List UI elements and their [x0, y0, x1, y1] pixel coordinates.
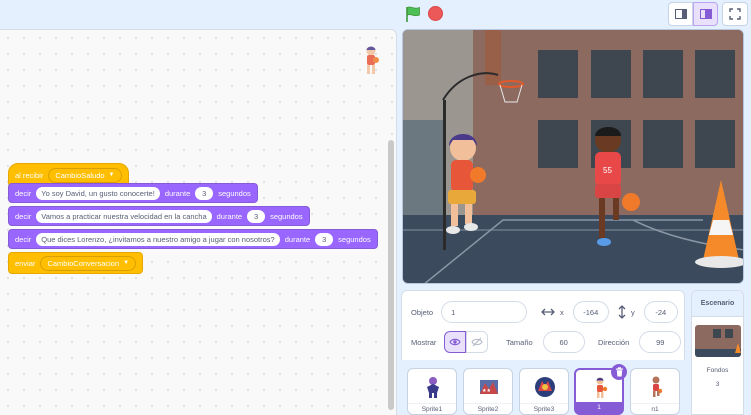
stage[interactable]: 55 [402, 29, 744, 284]
sprite-thumbnail-icon [366, 46, 379, 74]
visibility-toggle [444, 331, 489, 353]
message-dropdown[interactable]: CambioSaludo ▼ [48, 167, 122, 183]
sprite-tile[interactable]: Sprite3 [519, 368, 569, 415]
say-for-secs-block[interactable]: decir Vamos a practicar nuestra velocida… [8, 206, 310, 226]
hat-label: al recibir [15, 170, 44, 180]
sprite-tile-selected[interactable]: 1 [574, 364, 627, 415]
sprite-name: Sprite3 [520, 403, 568, 414]
x-position-input[interactable]: -164 [572, 301, 609, 323]
sprite-tile[interactable]: Sprite1 [407, 368, 457, 415]
size-label: Tamaño [506, 337, 533, 347]
sprite-thumbnail-icon [652, 376, 663, 397]
say-for-secs-block[interactable]: decir Yo soy David, un gusto conocerte! … [8, 183, 258, 203]
sprite-thumbnail-icon: ★★ [480, 380, 498, 394]
backdrops-count: 3 [715, 381, 720, 388]
seconds-input[interactable]: 3 [195, 186, 214, 200]
block-label: segundos [218, 188, 251, 198]
direction-label: Dirección [598, 337, 630, 347]
message-name: CambioSaludo [55, 170, 105, 180]
stage-title: Escenario [692, 291, 743, 317]
direction-value: 99 [656, 337, 665, 347]
svg-text:★★: ★★ [482, 388, 491, 394]
fullscreen-icon [729, 8, 741, 20]
y-label: y [631, 307, 635, 317]
message-name: CambioConversacion [47, 258, 120, 268]
show-label: Mostrar [411, 337, 437, 347]
block-label: decir [15, 211, 32, 221]
sprite-name-value: 1 [451, 307, 456, 317]
sprite-name: 1 [576, 402, 622, 413]
svg-text:55: 55 [603, 166, 612, 175]
y-value: -24 [655, 307, 667, 317]
sprite-thumbnail-icon [596, 377, 608, 398]
sprite-name: n1 [631, 403, 679, 414]
block-label: segundos [270, 211, 303, 221]
size-value: 60 [559, 337, 568, 347]
normal-stage-button[interactable] [693, 2, 718, 26]
sprite-list: Sprite1 ★★ Sprite2 Sprite3 1 n1 [401, 360, 685, 415]
sprite-thumbnail-icon [535, 377, 555, 397]
backdrop-thumbnail [695, 325, 741, 357]
direction-input[interactable]: 99 [639, 331, 682, 353]
sprite-name: Sprite1 [408, 403, 456, 414]
object-label: Objeto [411, 307, 434, 317]
sprite-name: Sprite2 [464, 403, 512, 414]
chevron-down-icon: ▼ [123, 260, 130, 266]
show-button[interactable] [444, 331, 467, 353]
say-text-input[interactable]: Vamos a practicar nuestra velocidad en l… [36, 209, 212, 223]
seconds-input[interactable]: 3 [315, 232, 334, 246]
small-stage-icon [674, 9, 687, 19]
chevron-down-icon: ▼ [108, 172, 115, 178]
small-stage-button[interactable] [668, 2, 693, 26]
fullscreen-button[interactable] [722, 2, 748, 26]
say-for-secs-block[interactable]: decir Que dices Lorenzo, ¿invitamos a nu… [8, 229, 378, 249]
top-bar [0, 0, 751, 28]
stage-selector[interactable]: Escenario Fondos 3 [691, 290, 744, 415]
say-text-input[interactable]: Que dices Lorenzo, ¿invitamos a nuestro … [36, 232, 280, 246]
x-label: x [560, 307, 564, 317]
say-text-input[interactable]: Yo soy David, un gusto conocerte! [36, 186, 160, 200]
y-arrows-icon [618, 305, 626, 319]
block-label: segundos [338, 234, 371, 244]
block-label: durante [164, 188, 191, 198]
y-position-input[interactable]: -24 [643, 301, 678, 323]
sprite-thumbnail-icon [427, 377, 439, 398]
stage-scene: 55 [403, 30, 743, 283]
eye-icon [449, 338, 462, 346]
sprite-name-input[interactable]: 1 [441, 301, 528, 323]
block-label: enviar [15, 258, 36, 268]
green-flag-icon[interactable] [404, 5, 422, 23]
block-label: decir [15, 234, 32, 244]
x-arrows-icon [541, 308, 555, 316]
sprite-tile[interactable]: ★★ Sprite2 [463, 368, 513, 415]
hide-button[interactable] [466, 331, 489, 353]
block-label: decir [15, 188, 32, 198]
code-area[interactable]: al recibir CambioSaludo ▼ decir Yo soy D… [0, 29, 397, 415]
sprite-tile[interactable]: n1 [630, 368, 680, 415]
stop-icon[interactable] [428, 6, 443, 21]
block-label: durante [284, 234, 311, 244]
eye-hidden-icon [471, 337, 484, 347]
delete-sprite-button[interactable] [611, 364, 627, 380]
stage-size-toggle [668, 2, 748, 26]
backdrops-label: Fondos [706, 367, 729, 374]
trash-icon [615, 367, 623, 377]
broadcast-message-dropdown[interactable]: CambioConversacion ▼ [40, 255, 137, 271]
size-input[interactable]: 60 [542, 331, 585, 353]
code-scrollbar[interactable] [388, 140, 394, 410]
broadcast-block[interactable]: enviar CambioConversacion ▼ [8, 252, 144, 274]
seconds-input[interactable]: 3 [247, 209, 266, 223]
block-label: durante [216, 211, 243, 221]
normal-stage-icon [699, 9, 712, 19]
x-value: -164 [583, 307, 599, 317]
